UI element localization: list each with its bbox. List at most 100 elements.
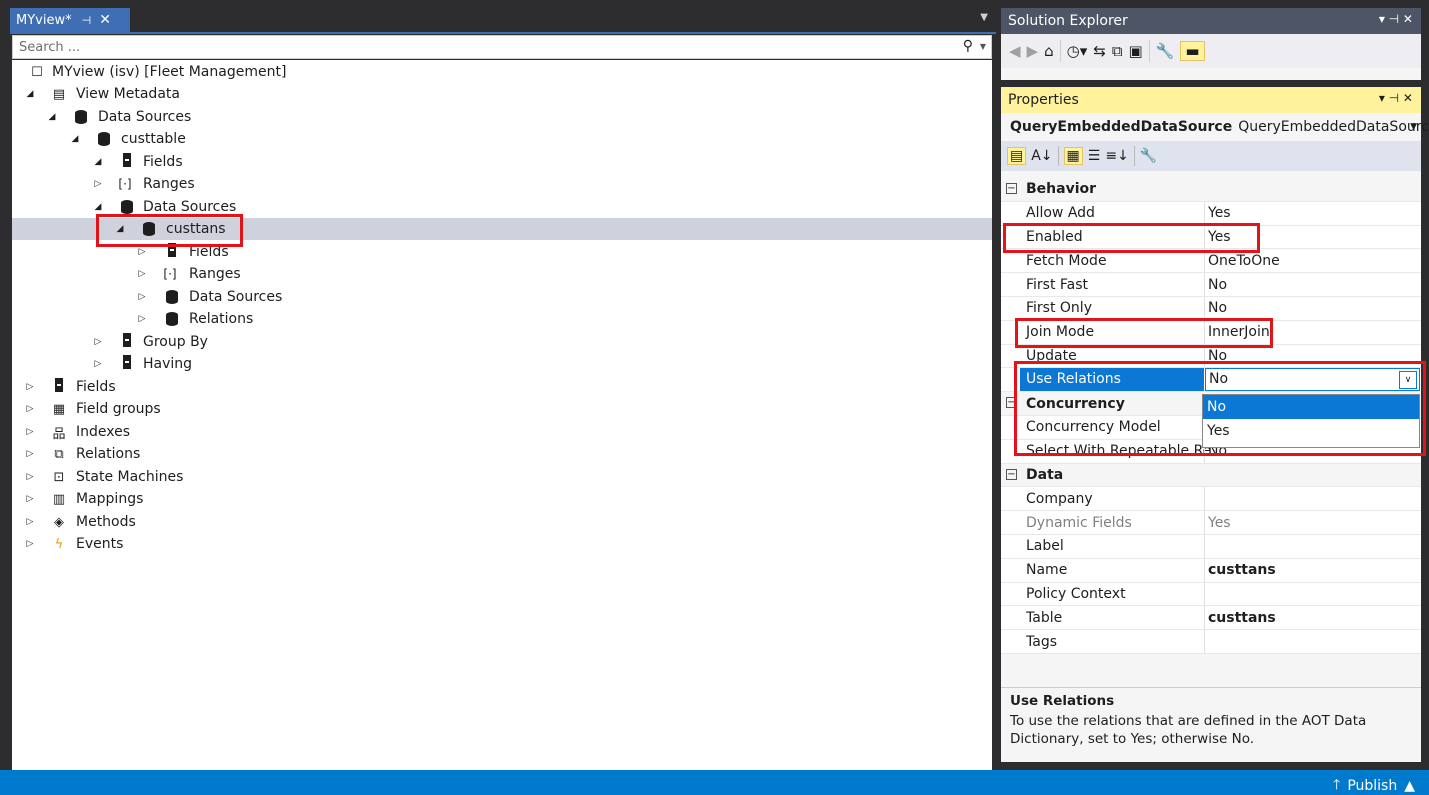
events-list-icon[interactable]: ☰ [1088,148,1101,164]
property-value[interactable]: No [1208,300,1227,316]
tree-node-relations[interactable]: ▷ ⧉ Relations [12,443,992,465]
category-behavior[interactable]: − Behavior [1001,178,1421,202]
tree-node-having[interactable]: ▷ Having [12,353,992,375]
property-value[interactable]: No [1208,277,1227,293]
expand-icon[interactable]: ▷ [24,449,36,459]
category-data[interactable]: − Data [1001,463,1421,488]
property-row-fetch-mode[interactable]: Fetch Mode OneToOne [1001,249,1421,274]
tree-node-field-groups[interactable]: ▷ ▦ Field groups [12,398,992,420]
copy-icon[interactable]: ▣ [1129,42,1143,60]
tree-node-custtable[interactable]: ◢ custtable [12,128,992,150]
tree-node-top-fields[interactable]: ▷ Fields [12,376,992,398]
tree-node-view-metadata[interactable]: ◢ ▤ View Metadata [12,83,992,105]
tab-dropdown-icon[interactable]: ▼ [980,12,988,23]
expand-icon[interactable]: ▷ [24,382,36,392]
expand-icon[interactable]: ▷ [24,404,36,414]
property-row-table[interactable]: Table custtans [1001,606,1421,631]
tree-node-root[interactable]: ☐ MYview (isv) [Fleet Management] [12,61,992,83]
expand-icon[interactable]: ▷ [24,472,36,482]
property-row-update[interactable]: Update No [1001,344,1421,369]
property-value[interactable]: No [1208,348,1227,364]
back-icon[interactable]: ◀ [1009,42,1021,60]
sort-icon[interactable]: ≡↓ [1105,148,1128,164]
home-icon[interactable]: ⌂ [1044,42,1054,60]
tree-node-custtans[interactable]: ◢ custtans [12,218,992,240]
tree-node-custtans-data-sources[interactable]: ▷ Data Sources [12,286,992,308]
search-input[interactable]: Search ... ⚲ ▼ [12,35,992,59]
sync-icon[interactable]: ⇆ [1093,42,1106,60]
property-row-tags[interactable]: Tags [1001,630,1421,654]
panel-controls[interactable]: ▾ ⊣ ✕ [1379,91,1413,105]
close-icon[interactable]: ✕ [99,12,111,28]
expand-icon[interactable]: ▷ [92,337,104,347]
expand-icon[interactable]: ▷ [136,292,148,302]
collapse-icon[interactable]: ◢ [24,89,36,99]
tree-node-mappings[interactable]: ▷ ▥ Mappings [12,488,992,510]
wrench-icon[interactable]: 🔧 [1156,42,1175,60]
property-value[interactable]: OneToOne [1208,253,1280,269]
property-row-join-mode[interactable]: Join Mode InnerJoin [1001,320,1421,345]
collapse-icon[interactable]: ◢ [92,202,104,212]
tree-node-custtans-fields[interactable]: ▷ Fields [12,241,992,263]
property-row-allow-add[interactable]: Allow Add Yes [1001,201,1421,226]
tree-node-events[interactable]: ▷ ϟ Events [12,533,992,555]
document-tab-myview[interactable]: MYview* ⊣ ✕ [10,8,130,32]
expand-icon[interactable]: ▷ [92,179,104,189]
tree-node-state-machines[interactable]: ▷ ⊡ State Machines [12,466,992,488]
tree-node-custtans-ranges[interactable]: ▷ [·] Ranges [12,263,992,285]
tree-node-group-by[interactable]: ▷ Group By [12,331,992,353]
properties-icon[interactable]: ▦ [1063,147,1083,165]
tree-node-fields[interactable]: ◢ Fields [12,151,992,173]
property-row-dynamic-fields[interactable]: Dynamic Fields Yes [1001,511,1421,535]
dropdown-option-yes[interactable]: Yes [1203,419,1419,443]
property-row-first-fast[interactable]: First Fast No [1001,273,1421,297]
property-row-policy-context[interactable]: Policy Context [1001,582,1421,607]
property-row-label[interactable]: Label [1001,534,1421,559]
collapse-icon[interactable]: ◢ [69,134,81,144]
expand-icon[interactable]: ▷ [24,539,36,549]
property-value[interactable]: Yes [1208,205,1231,221]
alphabetical-icon[interactable]: A↓ [1031,148,1052,164]
chevron-down-icon[interactable]: ▼ [1410,122,1417,132]
expand-icon[interactable]: ▷ [24,494,36,504]
collapse-all-icon[interactable]: ⧉ [1112,42,1123,60]
property-value[interactable]: InnerJoin [1208,324,1270,340]
collapse-icon[interactable]: ◢ [46,112,58,122]
search-icon[interactable]: ⚲ [963,38,973,54]
collapse-icon[interactable]: ◢ [114,224,126,234]
chevron-down-icon[interactable]: ▼ [980,42,986,51]
tree-node-methods[interactable]: ▷ ◈ Methods [12,511,992,533]
expand-icon[interactable]: ▷ [136,247,148,257]
property-row-name[interactable]: Name custtans [1001,558,1421,583]
expand-icon[interactable]: ▷ [92,359,104,369]
pin-icon[interactable]: ⊣ [82,14,92,27]
dropdown-option-no[interactable]: No [1203,395,1419,419]
expand-icon[interactable]: ▷ [24,517,36,527]
property-value[interactable]: Yes [1208,229,1231,245]
expand-icon[interactable]: ▷ [136,269,148,279]
tree-node-ranges[interactable]: ▷ [·] Ranges [12,173,992,195]
property-value[interactable]: custtans [1208,562,1276,578]
categorized-icon[interactable]: ▤ [1007,147,1027,165]
wrench-icon[interactable]: 🔧 [1140,148,1157,164]
history-icon[interactable]: ◷▾ [1067,42,1088,60]
tree-node-data-sources[interactable]: ◢ Data Sources [12,106,992,128]
property-row-use-relations[interactable]: Use Relations No ∨ [1001,368,1421,393]
expand-icon[interactable]: ▷ [136,314,148,324]
property-value[interactable]: Yes [1208,515,1231,531]
publish-button[interactable]: 🡑 Publish ▲ [1333,774,1415,795]
chevron-down-icon[interactable]: ∨ [1399,371,1417,390]
property-row-enabled[interactable]: Enabled Yes [1001,225,1421,250]
panel-controls[interactable]: ▾ ⊣ ✕ [1379,12,1413,26]
tree-node-data-sources-sub[interactable]: ◢ Data Sources [12,196,992,218]
use-relations-select[interactable]: No ∨ [1205,368,1420,392]
collapse-icon[interactable]: − [1006,468,1017,480]
collapse-icon[interactable]: − [1006,183,1017,194]
collapse-icon[interactable]: − [1006,397,1017,409]
tree-node-custtans-relations[interactable]: ▷ Relations [12,308,992,330]
collapse-icon[interactable]: ◢ [92,157,104,167]
expand-icon[interactable]: ▷ [24,427,36,437]
tree-node-indexes[interactable]: ▷ 品 Indexes [12,421,992,443]
property-row-first-only[interactable]: First Only No [1001,296,1421,321]
preview-icon[interactable]: ▬ [1180,41,1205,61]
